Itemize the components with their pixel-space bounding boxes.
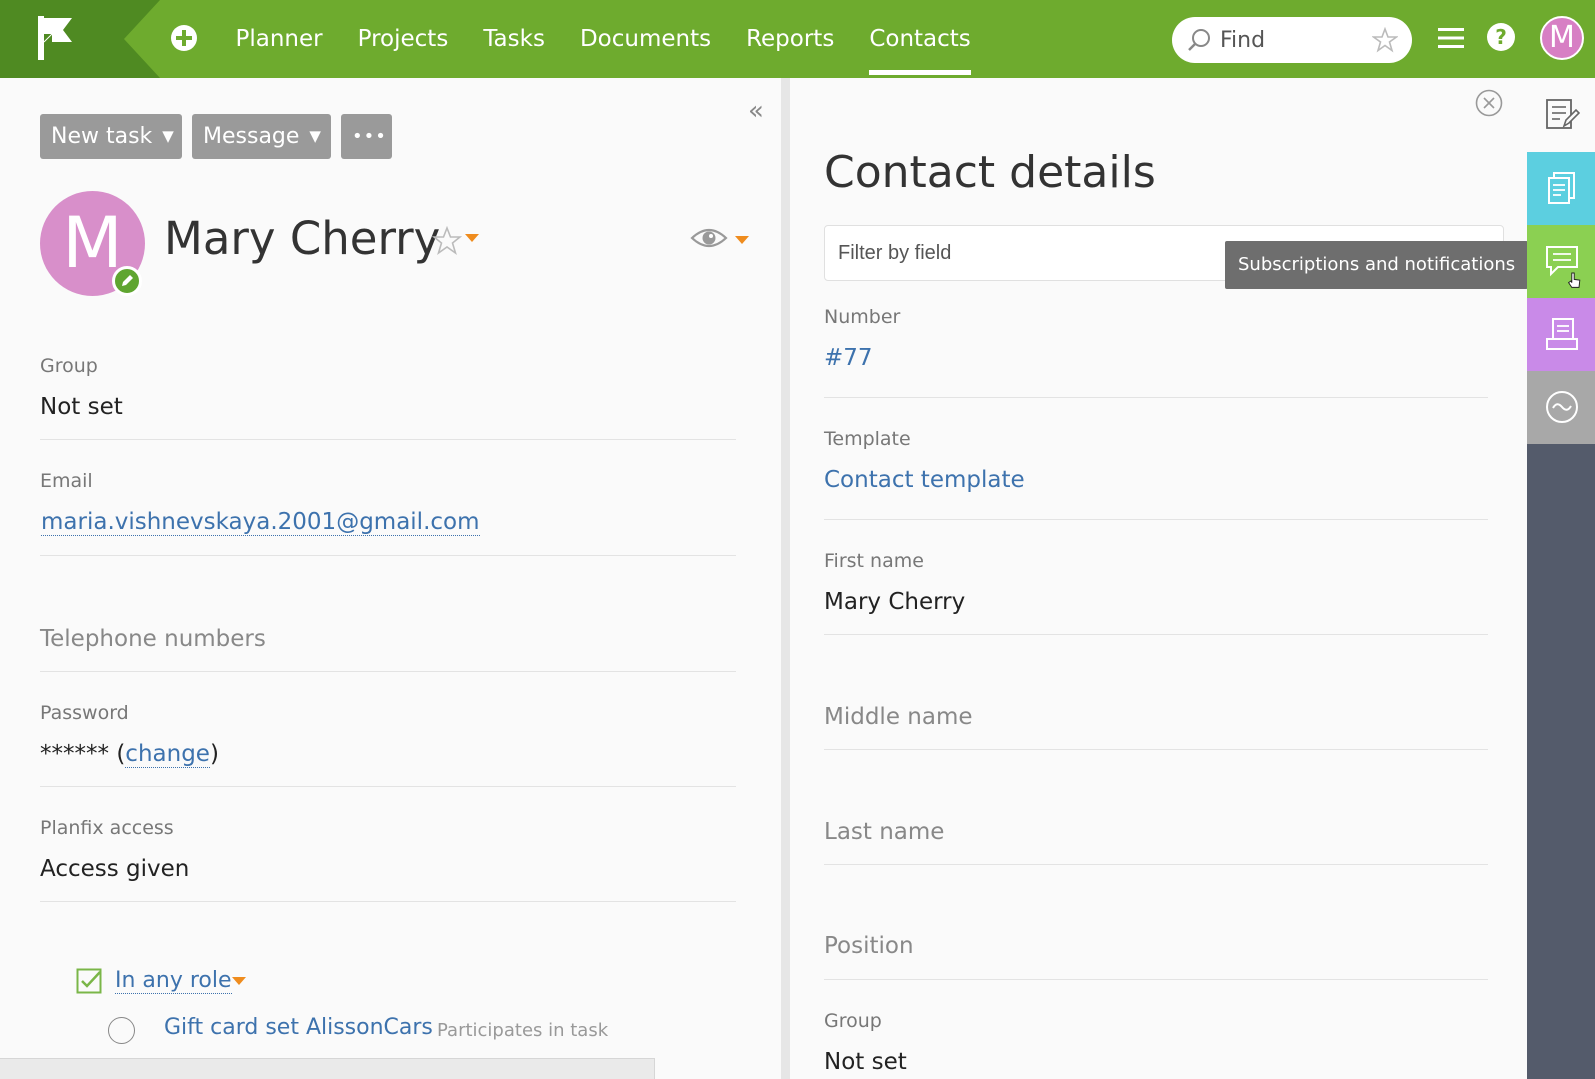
chevron-down-icon: ▼ [309,127,321,145]
role-filter-dropdown-icon[interactable] [232,977,246,985]
task-complete-radio[interactable] [108,1017,135,1044]
filter-by-field-input[interactable] [838,238,1198,268]
add-icon[interactable] [170,24,198,52]
tooltip: Subscriptions and notifications [1225,241,1539,289]
divider [40,901,736,902]
email-link[interactable]: maria.vishnevskaya.2001@gmail.com [41,509,480,536]
change-password-link[interactable]: change [125,741,210,768]
user-avatar[interactable]: M [1540,16,1584,60]
pencil-icon [122,275,133,286]
nav-documents[interactable]: Documents [562,0,728,78]
task-role-note: Participates in task [437,1020,609,1041]
number-label: Number [824,306,901,328]
divider [824,519,1488,520]
first-name-value[interactable]: Mary Cherry [824,589,965,615]
nav-reports[interactable]: Reports [729,0,852,78]
visibility-dropdown-icon[interactable] [735,236,749,244]
contact-name: Mary Cherry [164,212,441,265]
divider [40,671,736,672]
divider [40,786,736,787]
new-task-label: New task [51,124,153,149]
documents-button[interactable] [1527,152,1595,225]
logo-background [0,0,160,78]
favorite-star-icon[interactable] [432,226,462,256]
svg-text:?: ? [1495,25,1507,49]
template-label: Template [824,428,911,450]
divider [40,439,736,440]
right-group-value[interactable]: Not set [824,1049,907,1075]
activity-button[interactable] [1527,371,1595,444]
favorite-star-icon[interactable] [1372,27,1398,53]
role-filter-checkbox[interactable] [76,968,102,994]
position-field[interactable]: Position [824,933,914,959]
planfix-logo[interactable] [0,0,160,78]
divider [40,555,736,556]
divider [824,397,1488,398]
divider [824,634,1488,635]
divider [824,864,1488,865]
password-row: ****** (change) [40,741,219,768]
role-filter-link[interactable]: In any role [115,968,232,994]
edit-notes-icon [1546,99,1580,129]
search-icon [1188,29,1210,51]
panel-splitter[interactable] [781,78,790,1079]
planfix-access-value: Access given [40,856,190,882]
paren-close: ) [209,741,219,767]
print-icon [1546,318,1578,350]
print-button[interactable] [1527,298,1595,371]
first-name-label: First name [824,550,924,572]
group-value: Not set [40,394,123,420]
email-label: Email [40,470,93,492]
horizontal-scrollbar[interactable] [0,1058,655,1079]
message-button[interactable]: Message ▼ [192,114,331,159]
help-icon[interactable]: ? [1486,22,1516,52]
paren-open: ( [116,741,126,767]
divider [824,749,1488,750]
task-link[interactable]: Gift card set AlissonCars [164,1015,433,1040]
hamburger-menu-icon[interactable] [1437,24,1465,52]
more-actions-button[interactable]: ••• [341,114,392,159]
chevron-down-icon: ▼ [162,127,174,145]
search-input[interactable] [1220,25,1360,55]
new-task-button[interactable]: New task ▼ [40,114,182,159]
divider [824,979,1488,980]
top-bar: Planner Projects Tasks Documents Reports… [0,0,1595,78]
template-link[interactable]: Contact template [824,467,1025,493]
nav-projects[interactable]: Projects [340,0,466,78]
name-menu-dropdown-icon[interactable] [465,234,479,242]
collapse-panel-icon[interactable]: « [748,98,764,124]
password-mask: ****** [40,741,109,767]
edit-avatar-button[interactable] [112,266,142,296]
last-name-field[interactable]: Last name [824,819,944,845]
planfix-access-label: Planfix access [40,817,174,839]
edit-notes-button[interactable] [1527,78,1595,152]
pointer-cursor-icon [1567,272,1581,288]
comments-button[interactable] [1527,225,1595,298]
eye-icon[interactable] [690,224,728,252]
number-link[interactable]: #77 [824,345,873,371]
message-label: Message [203,124,300,149]
search-box [1172,17,1412,63]
activity-icon [1546,391,1578,423]
right-group-label: Group [824,1010,882,1032]
password-label: Password [40,702,129,724]
panel-title: Contact details [824,147,1156,198]
group-label: Group [40,355,98,377]
close-icon[interactable] [1475,89,1503,117]
middle-name-field[interactable]: Middle name [824,704,973,730]
documents-icon [1548,172,1575,204]
telephone-numbers-label[interactable]: Telephone numbers [40,626,266,652]
main-nav: Planner Projects Tasks Documents Reports… [218,0,988,78]
nav-tasks[interactable]: Tasks [466,0,563,78]
nav-planner[interactable]: Planner [218,0,340,78]
nav-contacts[interactable]: Contacts [852,0,988,78]
